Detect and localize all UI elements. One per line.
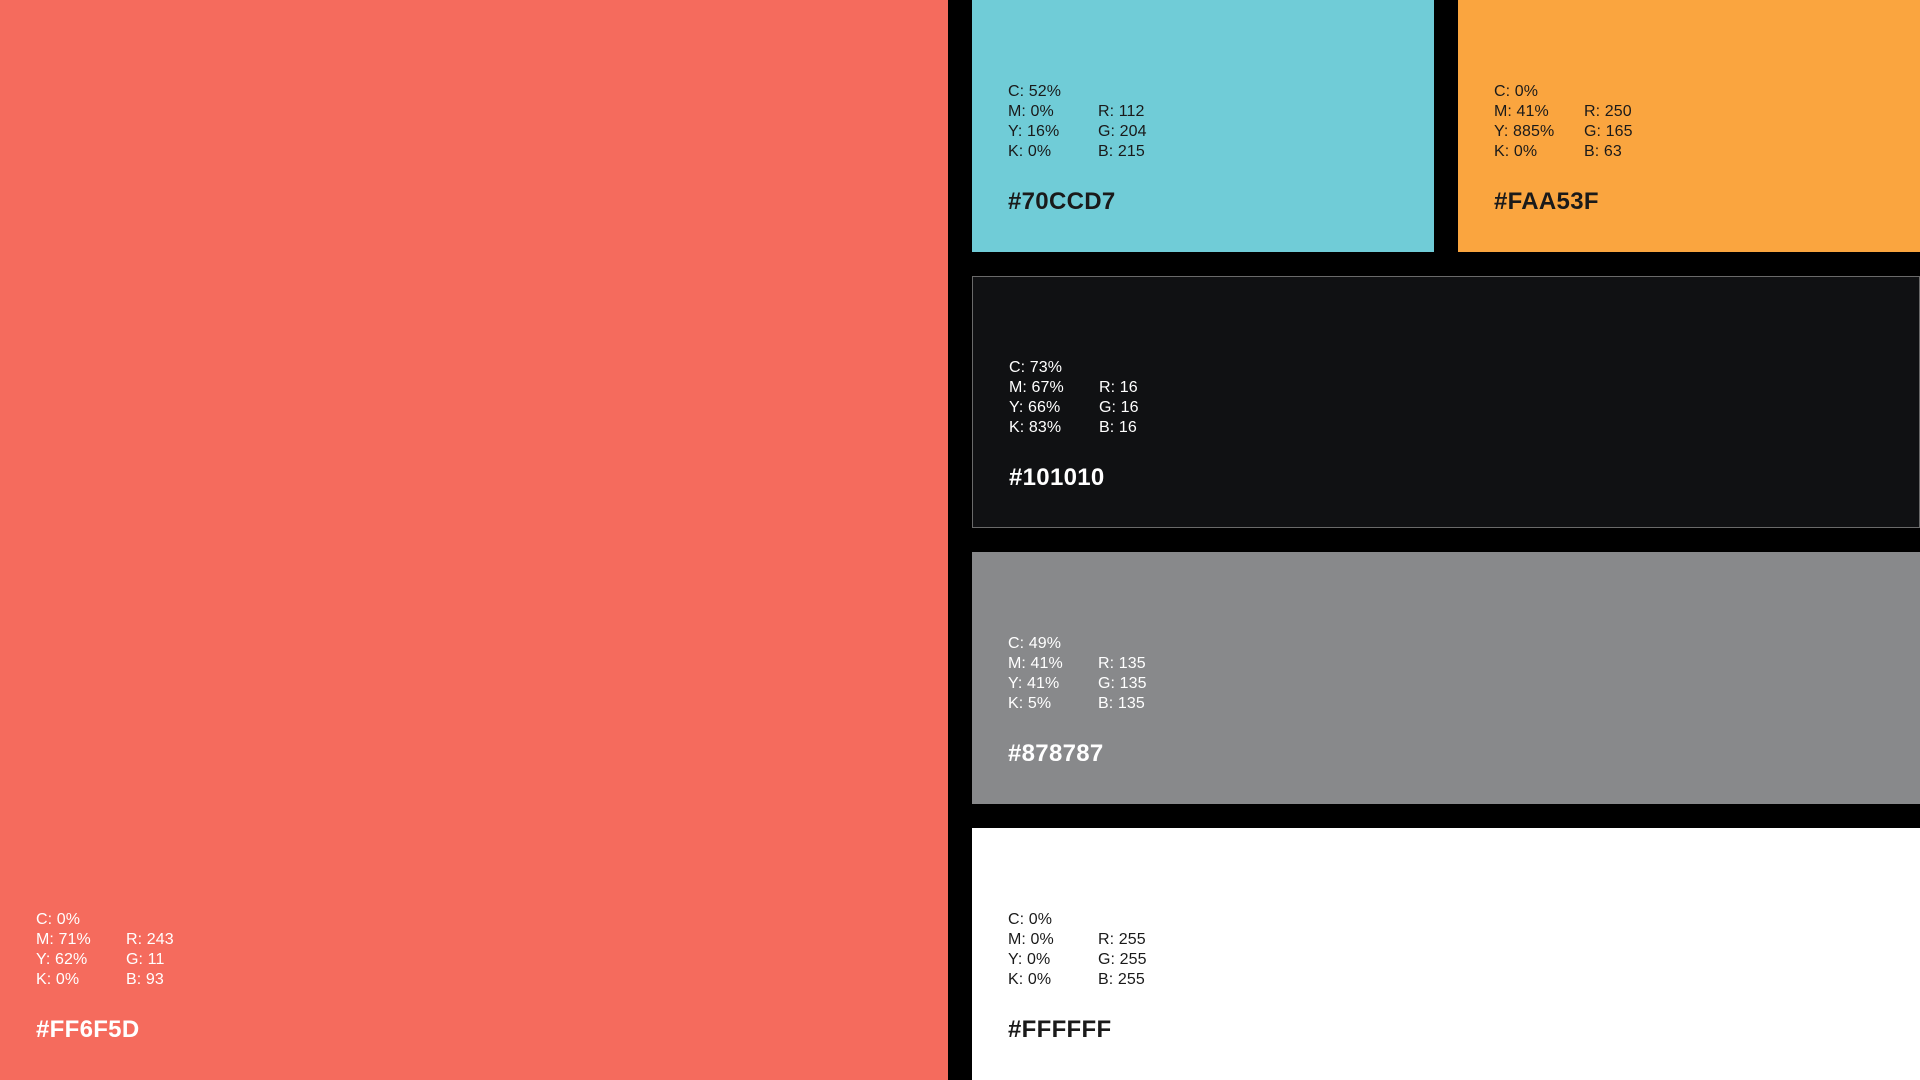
cmyk-c: C: 0% xyxy=(36,911,81,928)
swatch-coral: C: 0% M: 71% Y: 62% K: 0% R: 243 G: 11 B… xyxy=(0,0,948,1080)
cmyk-y: Y: 62% xyxy=(36,951,88,968)
cmyk-m: M: 41% xyxy=(1494,103,1549,120)
swatch-info: C: 49% M: 41% Y: 41% K: 5% R: 135 G: 135… xyxy=(1008,634,1188,768)
rgb-b: B: 215 xyxy=(1098,143,1145,160)
swatch-info: C: 0% M: 0% Y: 0% K: 0% R: 255 G: 255 B:… xyxy=(1008,910,1188,1044)
rgb-g: G: 135 xyxy=(1098,675,1147,692)
cmyk-c: C: 49% xyxy=(1008,635,1062,652)
rgb-spacer xyxy=(126,910,216,930)
cmyk-y: Y: 16% xyxy=(1008,123,1060,140)
rgb-spacer xyxy=(1098,910,1188,930)
color-values: C: 49% M: 41% Y: 41% K: 5% R: 135 G: 135… xyxy=(1008,634,1188,714)
cmyk-c: C: 0% xyxy=(1008,911,1053,928)
swatch-cyan: C: 52% M: 0% Y: 16% K: 0% R: 112 G: 204 … xyxy=(972,0,1434,252)
rgb-r: R: 16 xyxy=(1099,379,1138,396)
rgb-g: G: 165 xyxy=(1584,123,1633,140)
cmyk-k: K: 0% xyxy=(1008,971,1052,988)
color-values: C: 73% M: 67% Y: 66% K: 83% R: 16 G: 16 … xyxy=(1009,358,1189,438)
swatch-gray: C: 49% M: 41% Y: 41% K: 5% R: 135 G: 135… xyxy=(972,552,1920,804)
color-values: C: 0% M: 0% Y: 0% K: 0% R: 255 G: 255 B:… xyxy=(1008,910,1188,990)
cmyk-y: Y: 41% xyxy=(1008,675,1060,692)
rgb-g: G: 204 xyxy=(1098,123,1147,140)
rgb-r: R: 250 xyxy=(1584,103,1632,120)
rgb-b: B: 63 xyxy=(1584,143,1622,160)
rgb-b: B: 255 xyxy=(1098,971,1145,988)
rgb-spacer xyxy=(1099,358,1189,378)
rgb-r: R: 255 xyxy=(1098,931,1146,948)
cmyk-m: M: 41% xyxy=(1008,655,1063,672)
color-values: C: 0% M: 71% Y: 62% K: 0% R: 243 G: 11 B… xyxy=(36,910,216,990)
rgb-b: B: 93 xyxy=(126,971,164,988)
swatch-white: C: 0% M: 0% Y: 0% K: 0% R: 255 G: 255 B:… xyxy=(972,828,1920,1080)
hex-code: #101010 xyxy=(1009,464,1105,491)
rgb-r: R: 243 xyxy=(126,931,174,948)
rgb-r: R: 112 xyxy=(1098,103,1145,120)
cmyk-k: K: 5% xyxy=(1008,695,1052,712)
rgb-b: B: 16 xyxy=(1099,419,1137,436)
cmyk-m: M: 0% xyxy=(1008,931,1054,948)
hex-code: #FAA53F xyxy=(1494,188,1599,215)
cmyk-k: K: 0% xyxy=(1494,143,1538,160)
swatch-info: C: 0% M: 71% Y: 62% K: 0% R: 243 G: 11 B… xyxy=(36,910,216,1044)
hex-code: #FFFFFF xyxy=(1008,1016,1112,1043)
cmyk-y: Y: 885% xyxy=(1494,123,1555,140)
cmyk-k: K: 0% xyxy=(36,971,80,988)
cmyk-k: K: 0% xyxy=(1008,143,1052,160)
swatch-orange: C: 0% M: 41% Y: 885% K: 0% R: 250 G: 165… xyxy=(1458,0,1920,252)
color-values: C: 52% M: 0% Y: 16% K: 0% R: 112 G: 204 … xyxy=(1008,82,1188,162)
hex-code: #FF6F5D xyxy=(36,1016,140,1043)
swatch-info: C: 0% M: 41% Y: 885% K: 0% R: 250 G: 165… xyxy=(1494,82,1674,216)
swatch-info: C: 73% M: 67% Y: 66% K: 83% R: 16 G: 16 … xyxy=(1009,358,1189,492)
cmyk-c: C: 0% xyxy=(1494,83,1539,100)
cmyk-c: C: 52% xyxy=(1008,83,1062,100)
cmyk-c: C: 73% xyxy=(1009,359,1063,376)
cmyk-y: Y: 0% xyxy=(1008,951,1051,968)
cmyk-k: K: 83% xyxy=(1009,419,1062,436)
rgb-g: G: 16 xyxy=(1099,399,1139,416)
rgb-b: B: 135 xyxy=(1098,695,1145,712)
hex-code: #70CCD7 xyxy=(1008,188,1116,215)
cmyk-m: M: 71% xyxy=(36,931,91,948)
color-values: C: 0% M: 41% Y: 885% K: 0% R: 250 G: 165… xyxy=(1494,82,1674,162)
rgb-r: R: 135 xyxy=(1098,655,1146,672)
rgb-spacer xyxy=(1584,82,1674,102)
swatch-black: C: 73% M: 67% Y: 66% K: 83% R: 16 G: 16 … xyxy=(972,276,1920,528)
rgb-g: G: 11 xyxy=(126,951,165,968)
cmyk-y: Y: 66% xyxy=(1009,399,1061,416)
cmyk-m: M: 67% xyxy=(1009,379,1064,396)
color-palette-canvas: C: 0% M: 71% Y: 62% K: 0% R: 243 G: 11 B… xyxy=(0,0,1920,1080)
rgb-spacer xyxy=(1098,82,1188,102)
cmyk-m: M: 0% xyxy=(1008,103,1054,120)
swatch-info: C: 52% M: 0% Y: 16% K: 0% R: 112 G: 204 … xyxy=(1008,82,1188,216)
rgb-spacer xyxy=(1098,634,1188,654)
rgb-g: G: 255 xyxy=(1098,951,1147,968)
hex-code: #878787 xyxy=(1008,740,1104,767)
